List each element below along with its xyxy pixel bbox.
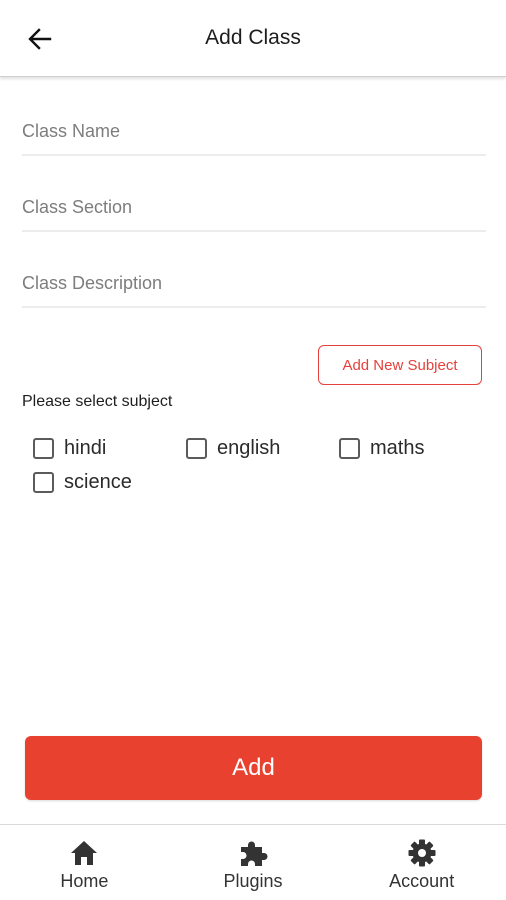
- checkbox[interactable]: [186, 438, 207, 459]
- class-name-input[interactable]: [22, 112, 486, 154]
- puzzle-icon: [237, 838, 269, 868]
- subject-label: hindi: [64, 437, 107, 459]
- bottom-nav: Home Plugins Account: [0, 824, 506, 900]
- home-icon: [68, 838, 100, 868]
- checkbox[interactable]: [339, 438, 360, 459]
- nav-item-home[interactable]: Home: [0, 825, 169, 900]
- nav-label: Account: [389, 871, 455, 891]
- subject-checkbox-science[interactable]: science: [33, 471, 132, 494]
- nav-label: Home: [60, 871, 109, 891]
- subject-label: science: [64, 471, 132, 493]
- class-section-input[interactable]: [22, 188, 486, 230]
- subject-label: english: [217, 437, 281, 459]
- page-title: Add Class: [205, 26, 301, 49]
- subject-label: maths: [370, 437, 425, 459]
- subject-checkbox-maths[interactable]: maths: [339, 437, 424, 460]
- select-subject-label: Please select subject: [22, 393, 173, 410]
- class-description-input[interactable]: [22, 264, 486, 306]
- class-name-field: [22, 112, 486, 156]
- subject-checkbox-english[interactable]: english: [186, 437, 280, 460]
- class-description-field: [22, 264, 486, 308]
- gear-icon: [406, 838, 438, 868]
- subject-checkbox-hindi[interactable]: hindi: [33, 437, 106, 460]
- class-section-field: [22, 188, 486, 232]
- app-bar: Add Class: [0, 0, 506, 77]
- nav-item-plugins[interactable]: Plugins: [169, 825, 338, 900]
- add-button[interactable]: Add: [25, 736, 482, 800]
- nav-item-account[interactable]: Account: [337, 825, 506, 900]
- nav-label: Plugins: [223, 871, 283, 891]
- checkbox[interactable]: [33, 438, 54, 459]
- checkbox[interactable]: [33, 472, 54, 493]
- add-new-subject-button[interactable]: Add New Subject: [318, 345, 482, 385]
